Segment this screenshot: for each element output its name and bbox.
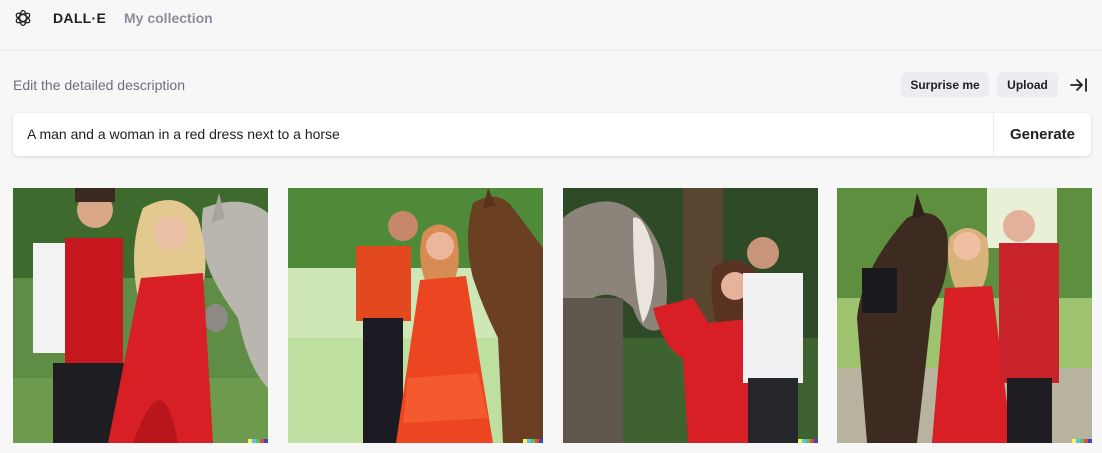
generated-image-couple-white-horse — [13, 188, 268, 443]
generated-image-couple-brown-horse — [288, 188, 543, 443]
result-image-1[interactable] — [13, 188, 268, 443]
watermark-strip — [798, 439, 818, 443]
watermark-strip — [523, 439, 543, 443]
nav-my-collection[interactable]: My collection — [124, 10, 213, 26]
brand-title[interactable]: DALL·E — [53, 10, 106, 26]
watermark-strip — [248, 439, 268, 443]
surprise-me-button[interactable]: Surprise me — [901, 72, 989, 97]
prompt-input-box[interactable]: A man and a woman in a red dress next to… — [13, 113, 1091, 156]
top-bar: DALL·E My collection — [0, 0, 1102, 51]
result-image-4[interactable] — [837, 188, 1092, 443]
generate-button[interactable]: Generate — [993, 113, 1091, 156]
upload-button[interactable]: Upload — [997, 72, 1058, 97]
result-image-2[interactable] — [288, 188, 543, 443]
generated-image-couple-grey-horse — [563, 188, 818, 443]
prompt-input[interactable]: A man and a woman in a red dress next to… — [27, 126, 340, 142]
result-image-3[interactable] — [563, 188, 818, 443]
openai-logo-icon[interactable] — [13, 8, 33, 28]
prompt-section-label: Edit the detailed description — [13, 77, 185, 93]
generated-image-couple-dark-horse — [837, 188, 1092, 443]
watermark-strip — [1072, 439, 1092, 443]
collapse-right-icon[interactable] — [1070, 77, 1088, 93]
